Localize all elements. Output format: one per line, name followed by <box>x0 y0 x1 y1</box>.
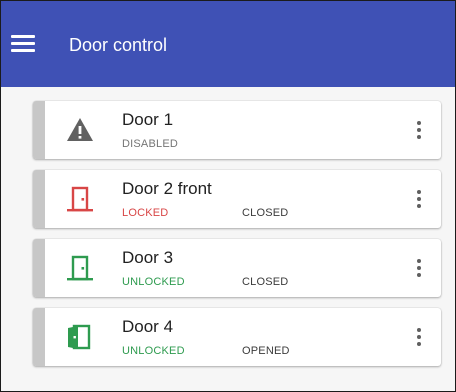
lock-status: UNLOCKED <box>122 345 185 357</box>
card-stripe <box>33 170 45 228</box>
door-open-icon <box>65 322 95 352</box>
app-bar: Door control <box>1 1 455 87</box>
door-name: Door 1 <box>122 110 174 129</box>
hamburger-menu-icon[interactable] <box>11 33 35 53</box>
door-status: CLOSED <box>242 207 289 219</box>
lock-status: LOCKED <box>122 207 169 219</box>
card-stripe <box>33 101 45 159</box>
lock-status: DISABLED <box>122 138 179 150</box>
door-card-1[interactable]: Door 1 DISABLED <box>33 101 441 159</box>
door-card-2[interactable]: Door 2 front LOCKED CLOSED <box>33 170 441 228</box>
card-stripe <box>33 308 45 366</box>
card-stripe <box>33 239 45 297</box>
more-options-icon[interactable] <box>415 118 423 142</box>
door-status: OPENED <box>242 345 290 357</box>
door-status: CLOSED <box>242 276 289 288</box>
more-options-icon[interactable] <box>415 256 423 280</box>
app-window: Door control Door 1 DISABLED Door 2 fron… <box>0 0 456 392</box>
app-title: Door control <box>69 35 168 55</box>
door-card-4[interactable]: Door 4 UNLOCKED OPENED <box>33 308 441 366</box>
more-options-icon[interactable] <box>415 325 423 349</box>
door-closed-icon <box>65 253 95 283</box>
warning-icon <box>65 115 95 145</box>
lock-status: UNLOCKED <box>122 276 185 288</box>
door-card-3[interactable]: Door 3 UNLOCKED CLOSED <box>33 239 441 297</box>
more-options-icon[interactable] <box>415 187 423 211</box>
door-name: Door 3 <box>122 248 174 267</box>
door-list: Door 1 DISABLED Door 2 front LOCKED CLOS… <box>33 101 441 377</box>
door-closed-icon <box>65 184 95 214</box>
door-name: Door 2 front <box>122 179 212 198</box>
door-name: Door 4 <box>122 317 174 336</box>
